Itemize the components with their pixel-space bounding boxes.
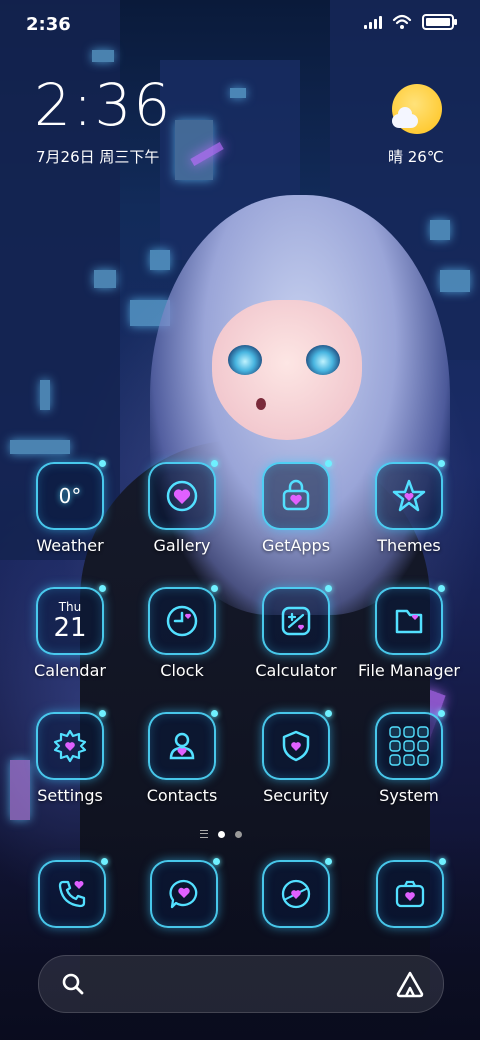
search-bar[interactable] — [38, 955, 444, 1013]
app-file-manager[interactable]: File Manager — [353, 585, 465, 680]
app-label: GetApps — [261, 536, 331, 555]
page-dot — [235, 830, 242, 838]
app-calculator[interactable]: Calculator — [240, 585, 352, 680]
clock-icon — [148, 585, 218, 655]
themes-icon — [375, 460, 445, 530]
app-label: Clock — [160, 661, 204, 680]
menu-lines-icon — [200, 830, 208, 838]
status-bar: 2:36 — [0, 0, 480, 50]
app-settings[interactable]: Settings — [14, 710, 126, 805]
getapps-icon — [262, 460, 332, 530]
calculator-icon — [262, 585, 332, 655]
dock-phone[interactable] — [38, 858, 108, 928]
status-time: 2:36 — [26, 14, 71, 35]
app-label: Gallery — [153, 536, 211, 555]
app-label: Settings — [37, 786, 103, 805]
clock-time: 2:36 — [34, 71, 173, 139]
system-folder-icon — [375, 710, 445, 780]
dock-messages[interactable] — [150, 858, 220, 928]
wifi-icon — [392, 14, 412, 29]
weather-text: 晴 26℃ — [388, 148, 444, 166]
app-label: Calendar — [34, 661, 106, 680]
calendar-icon: Thu 21 — [36, 585, 106, 655]
signal-icon — [364, 15, 382, 29]
app-label: Contacts — [146, 786, 218, 805]
app-label: Security — [263, 786, 329, 805]
phone-icon — [38, 858, 108, 928]
browser-icon — [262, 858, 332, 928]
app-contacts[interactable]: Contacts — [126, 710, 238, 805]
contacts-icon — [148, 710, 218, 780]
weather-icon: 0° — [36, 460, 106, 530]
gallery-icon — [148, 460, 218, 530]
app-clock[interactable]: Clock — [126, 585, 238, 680]
page-dot-active — [218, 830, 225, 838]
status-icons — [364, 14, 457, 30]
app-label: Themes — [377, 536, 441, 555]
app-system-folder[interactable]: System — [353, 710, 465, 805]
app-security[interactable]: Security — [240, 710, 352, 805]
app-label: System — [379, 786, 439, 805]
app-gallery[interactable]: Gallery — [126, 460, 238, 555]
app-label: Calculator — [255, 661, 337, 680]
app-getapps[interactable]: GetApps — [240, 460, 352, 555]
search-icon — [62, 973, 84, 995]
cloud-icon — [392, 107, 418, 128]
app-themes[interactable]: Themes — [353, 460, 465, 555]
dock-camera[interactable] — [376, 858, 446, 928]
page-indicator[interactable] — [200, 830, 242, 838]
app-label: File Manager — [358, 661, 460, 680]
app-calendar[interactable]: Thu 21 Calendar — [14, 585, 126, 680]
settings-icon — [36, 710, 106, 780]
clock-date: 7月26日 周三下午 — [36, 148, 160, 166]
app-weather[interactable]: 0° Weather — [14, 460, 126, 555]
file-manager-icon — [375, 585, 445, 655]
app-label: Weather — [36, 536, 104, 555]
messages-icon — [150, 858, 220, 928]
dock-browser[interactable] — [262, 858, 332, 928]
assistant-icon[interactable] — [395, 970, 425, 998]
battery-icon — [422, 14, 457, 30]
camera-icon — [376, 858, 446, 928]
security-icon — [262, 710, 332, 780]
